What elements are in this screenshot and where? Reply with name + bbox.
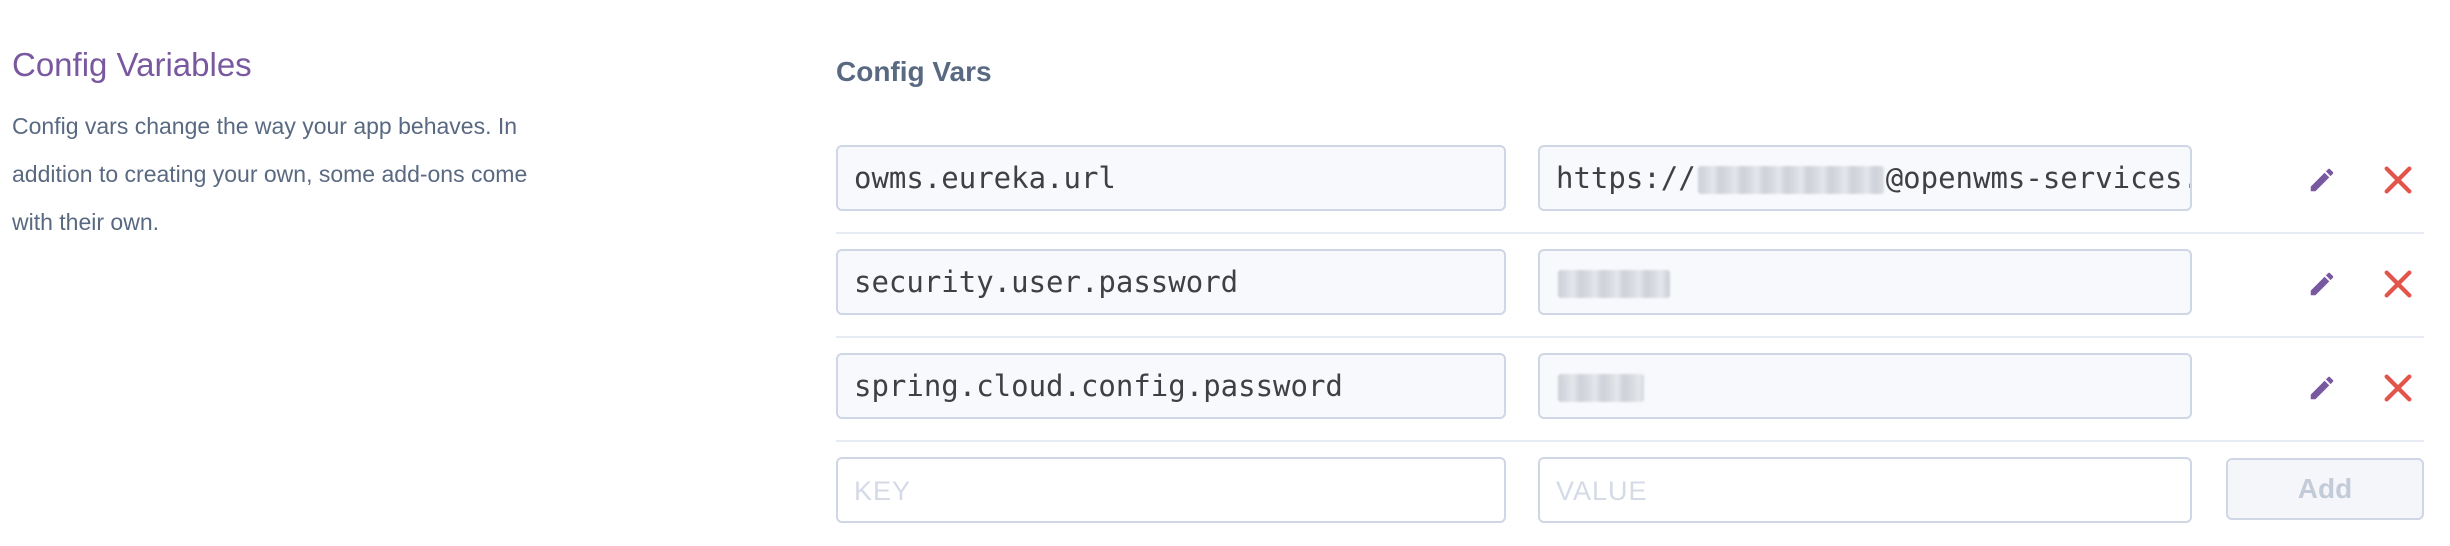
config-vars-panel: Config Vars owms.eureka.url https:// @ope… (836, 0, 2424, 544)
panel-title: Config Vars (836, 56, 992, 87)
delete-button[interactable] (2378, 368, 2418, 408)
delete-button[interactable] (2378, 160, 2418, 200)
config-var-row: spring.cloud.config.password (836, 338, 2424, 442)
config-var-row: owms.eureka.url https:// @openwms-service… (836, 130, 2424, 234)
edit-button[interactable] (2302, 264, 2342, 304)
config-var-value[interactable] (1538, 353, 2192, 419)
config-var-key[interactable]: owms.eureka.url (836, 145, 1506, 211)
value-suffix: @openwms-services.h (1885, 161, 2192, 195)
pencil-icon (2310, 272, 2334, 296)
masked-value (1697, 166, 1884, 194)
section-description: Config vars change the way your app beha… (12, 113, 528, 235)
new-key-input[interactable] (836, 457, 1506, 523)
value-prefix: https:// (1556, 161, 1696, 195)
config-var-key[interactable]: spring.cloud.config.password (836, 353, 1506, 419)
masked-value (1558, 270, 1670, 298)
masked-value (1558, 374, 1644, 402)
section-title: Config Variables (12, 46, 252, 83)
edit-button[interactable] (2302, 368, 2342, 408)
pencil-icon (2310, 168, 2334, 192)
close-icon (2384, 270, 2412, 298)
delete-button[interactable] (2378, 264, 2418, 304)
config-var-value[interactable] (1538, 249, 2192, 315)
add-button[interactable]: Add (2226, 458, 2424, 520)
close-icon (2384, 166, 2412, 194)
new-config-var-row: Add (836, 442, 2424, 546)
config-var-row: security.user.password (836, 234, 2424, 338)
new-value-input[interactable] (1538, 457, 2192, 523)
edit-button[interactable] (2302, 160, 2342, 200)
close-icon (2384, 374, 2412, 402)
pencil-icon (2310, 376, 2334, 400)
config-var-key[interactable]: security.user.password (836, 249, 1506, 315)
config-var-value[interactable]: https:// @openwms-services.h (1538, 145, 2192, 211)
config-variables-intro: Config Variables Config vars change the … (12, 40, 572, 246)
